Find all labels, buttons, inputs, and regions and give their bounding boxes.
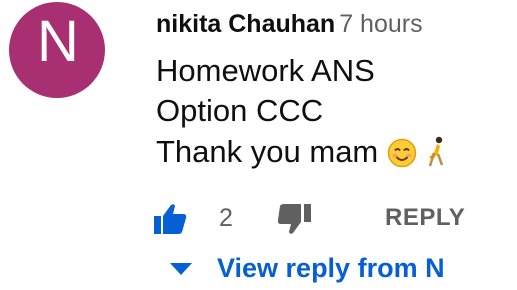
view-replies-label: View reply from N (217, 253, 445, 283)
comment-timestamp[interactable]: 7 hours (339, 10, 422, 38)
like-count: 2 (219, 204, 233, 232)
caret-down-icon (170, 263, 192, 275)
dislike-button[interactable] (277, 202, 324, 236)
smiling-face-emoji-icon (387, 138, 417, 168)
like-button[interactable] (152, 202, 188, 236)
comment-text: Thank you mam (156, 134, 379, 169)
author-name[interactable]: nikita Chauhan (156, 10, 335, 38)
comment-header: nikita Chauhan 7 hours (156, 9, 423, 39)
thumbs-up-icon (154, 204, 187, 234)
comment-text-line: Homework ANS (156, 53, 375, 88)
comment-actions: 2 REPLY (0, 200, 517, 236)
dancer-emoji-icon (428, 136, 443, 167)
reply-button[interactable]: REPLY (385, 203, 465, 233)
avatar[interactable]: N (9, 2, 105, 98)
avatar-letter: N (37, 9, 79, 74)
thumbs-down-icon (277, 204, 311, 234)
comment-text-line: Thank you mam (156, 134, 446, 170)
comment-text-line: Option CCC (156, 93, 324, 128)
